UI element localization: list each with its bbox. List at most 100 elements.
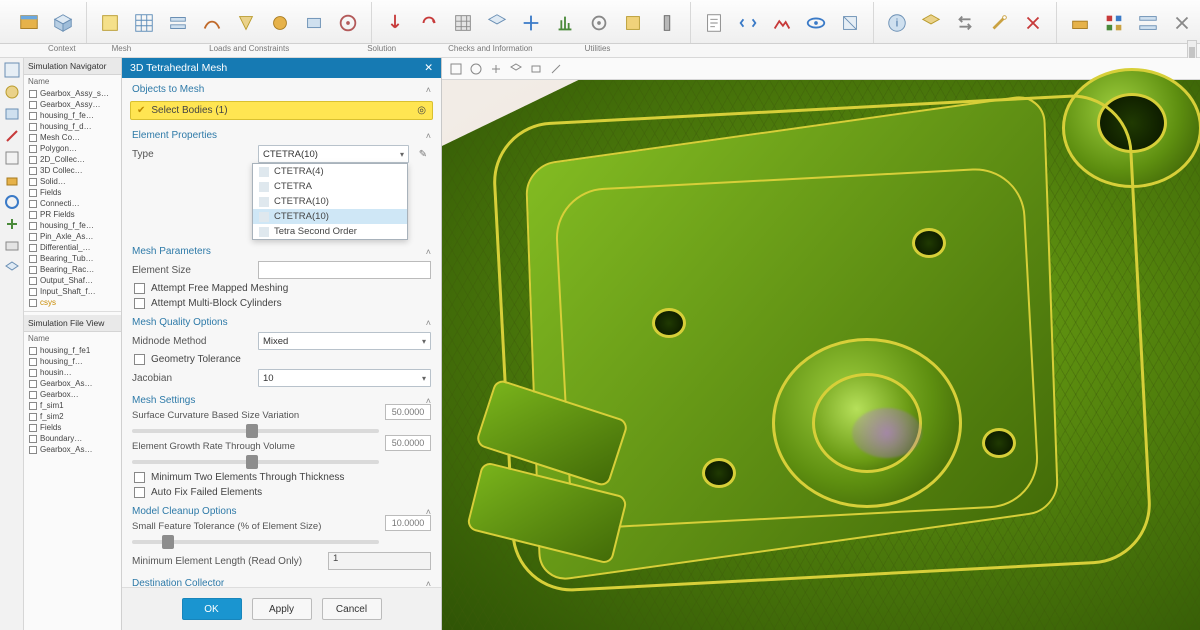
tree-item[interactable]: 2D_Collec… xyxy=(24,154,121,165)
tree-item[interactable]: housing_f_d… xyxy=(24,121,121,132)
ribbon-btn-chk-4[interactable] xyxy=(984,8,1014,38)
ribbon-btn-sol-2[interactable] xyxy=(733,8,763,38)
cancel-button[interactable]: Cancel xyxy=(322,598,382,620)
chevron-up-icon[interactable]: ˄ xyxy=(426,247,431,257)
dialog-titlebar[interactable]: 3D Tetrahedral Mesh ✕ xyxy=(122,58,441,78)
select-bodies-row[interactable]: ✔Select Bodies (1) ◎ xyxy=(130,101,433,120)
tree-item[interactable]: housing_f_fe… xyxy=(24,220,121,231)
ribbon-btn-util-1[interactable] xyxy=(1065,8,1095,38)
ribbon-btn-sol-3[interactable] xyxy=(767,8,797,38)
ribbon-btn-sol-5[interactable] xyxy=(835,8,865,38)
tree-item[interactable]: Gearbox… xyxy=(24,389,121,400)
ribbon-btn-sol-1[interactable] xyxy=(699,8,729,38)
type-option[interactable]: CTETRA(10) xyxy=(253,209,407,224)
rail-icon[interactable] xyxy=(4,128,20,144)
ribbon-btn-loads-2[interactable] xyxy=(414,8,444,38)
ribbon-btn-mesh-2[interactable] xyxy=(129,8,159,38)
type-option[interactable]: CTETRA(10) xyxy=(253,194,407,209)
ribbon-btn-loads-9[interactable] xyxy=(652,8,682,38)
chk-autofix[interactable]: Auto Fix Failed Elements xyxy=(122,485,441,500)
tree-item[interactable]: csys xyxy=(24,297,121,308)
chevron-up-icon[interactable]: ˄ xyxy=(426,318,431,328)
ribbon-btn-util-2[interactable] xyxy=(1099,8,1129,38)
growth-value[interactable]: 50.0000 xyxy=(385,435,431,451)
tree-item[interactable]: Solid… xyxy=(24,176,121,187)
tree-item[interactable]: f_sim2 xyxy=(24,411,121,422)
chk-multiblock[interactable]: Attempt Multi-Block Cylinders xyxy=(122,296,441,311)
ok-button[interactable]: OK xyxy=(182,598,242,620)
surfcurv-value[interactable]: 50.0000 xyxy=(385,404,431,420)
selection-target-icon[interactable]: ◎ xyxy=(417,105,426,116)
ribbon-btn-mesh-1[interactable] xyxy=(95,8,125,38)
tree-item[interactable]: Fields xyxy=(24,422,121,433)
ribbon-btn-mesh-8[interactable] xyxy=(333,8,363,38)
tree-item[interactable]: Mesh Co… xyxy=(24,132,121,143)
tree-item[interactable]: PR Fields xyxy=(24,209,121,220)
ribbon-btn-mesh-6[interactable] xyxy=(265,8,295,38)
tree-item[interactable]: Gearbox_As… xyxy=(24,444,121,455)
view-tb-icon[interactable] xyxy=(490,63,502,75)
rail-icon[interactable] xyxy=(4,150,20,166)
ribbon-btn-loads-8[interactable] xyxy=(618,8,648,38)
tree-item[interactable]: Gearbox_Assy… xyxy=(24,99,121,110)
type-option[interactable]: CTETRA(4) xyxy=(253,164,407,179)
midnode-dropdown[interactable]: Mixed▾ xyxy=(258,332,431,350)
apply-button[interactable]: Apply xyxy=(252,598,312,620)
rail-icon[interactable] xyxy=(4,238,20,254)
chevron-up-icon[interactable]: ˄ xyxy=(426,579,431,588)
ribbon-btn-context-2[interactable] xyxy=(48,8,78,38)
chk-mapped[interactable]: Attempt Free Mapped Meshing xyxy=(122,281,441,296)
ribbon-btn-loads-4[interactable] xyxy=(482,8,512,38)
type-option[interactable]: CTETRA xyxy=(253,179,407,194)
tree-item[interactable]: Fields xyxy=(24,187,121,198)
growth-slider[interactable] xyxy=(132,460,379,464)
jacobian-dropdown[interactable]: 10▾ xyxy=(258,369,431,387)
ribbon-btn-chk-3[interactable] xyxy=(950,8,980,38)
chk-mintwo[interactable]: Minimum Two Elements Through Thickness xyxy=(122,470,441,485)
rail-icon[interactable] xyxy=(4,216,20,232)
type-dropdown[interactable]: CTETRA(10)▾ xyxy=(258,145,409,163)
ribbon-btn-loads-1[interactable] xyxy=(380,8,410,38)
tree-item[interactable]: Bearing_Tub… xyxy=(24,253,121,264)
smallfeat-value[interactable]: 10.0000 xyxy=(385,515,431,531)
tree-item[interactable]: f_sim1 xyxy=(24,400,121,411)
rail-icon[interactable] xyxy=(4,260,20,276)
chevron-up-icon[interactable]: ˄ xyxy=(426,131,431,141)
view-tb-icon[interactable] xyxy=(530,63,542,75)
ribbon-btn-context-1[interactable] xyxy=(14,8,44,38)
tree-item[interactable]: housing_f_fe… xyxy=(24,110,121,121)
ribbon-btn-sol-4[interactable] xyxy=(801,8,831,38)
ribbon-btn-mesh-7[interactable] xyxy=(299,8,329,38)
tree-item[interactable]: Input_Shaft_f… xyxy=(24,286,121,297)
dialog-close-icon[interactable]: ✕ xyxy=(424,62,433,74)
ribbon-btn-mesh-5[interactable] xyxy=(231,8,261,38)
type-option[interactable]: Tetra Second Order xyxy=(253,224,407,239)
tree-item[interactable]: Pin_Axle_As… xyxy=(24,231,121,242)
tree-item[interactable]: Gearbox_Assy_s… xyxy=(24,88,121,99)
view-tb-icon[interactable] xyxy=(550,63,562,75)
graphics-viewport[interactable] xyxy=(442,58,1200,630)
ribbon-btn-util-4[interactable] xyxy=(1167,8,1197,38)
chk-geomtol[interactable]: Geometry Tolerance xyxy=(122,352,441,367)
ribbon-btn-loads-5[interactable] xyxy=(516,8,546,38)
type-edit-icon[interactable]: ✎ xyxy=(415,149,431,160)
ribbon-btn-mesh-3[interactable] xyxy=(163,8,193,38)
ribbon-btn-chk-5[interactable] xyxy=(1018,8,1048,38)
rail-icon[interactable] xyxy=(4,84,20,100)
tree-item[interactable]: Bearing_Rac… xyxy=(24,264,121,275)
ribbon-btn-loads-3[interactable] xyxy=(448,8,478,38)
view-tb-icon[interactable] xyxy=(510,63,522,75)
tree-item[interactable]: Gearbox_As… xyxy=(24,378,121,389)
tree-item[interactable]: Polygon… xyxy=(24,143,121,154)
ribbon-btn-loads-7[interactable] xyxy=(584,8,614,38)
chevron-up-icon[interactable]: ˄ xyxy=(426,85,431,95)
ribbon-btn-util-3[interactable] xyxy=(1133,8,1163,38)
rail-icon[interactable] xyxy=(4,172,20,188)
rail-icon[interactable] xyxy=(4,62,20,78)
rail-icon[interactable] xyxy=(4,106,20,122)
tree-item[interactable]: Differential_… xyxy=(24,242,121,253)
ribbon-btn-loads-6[interactable] xyxy=(550,8,580,38)
smallfeat-slider[interactable] xyxy=(132,540,379,544)
rail-icon[interactable] xyxy=(4,194,20,210)
tree-item[interactable]: Boundary… xyxy=(24,433,121,444)
